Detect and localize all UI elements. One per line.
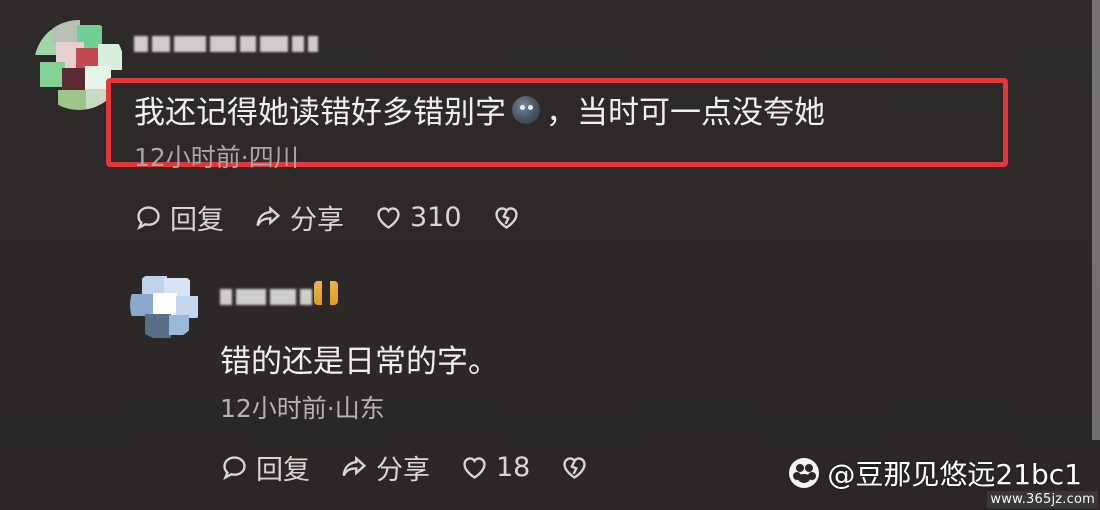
reply-comment-text: 错的还是日常的字。: [220, 344, 499, 380]
heart-icon: [463, 457, 486, 479]
like-button[interactable]: 18: [460, 452, 530, 483]
dislike-button[interactable]: [492, 203, 521, 232]
heart-icon: [377, 207, 400, 229]
main-comment-text-before-emoji: 我还记得她读错好多错别字: [134, 95, 506, 131]
main-comment-actions: 回复 分享 310: [134, 198, 521, 237]
like-button[interactable]: 310: [374, 202, 462, 233]
share-button[interactable]: 分享: [340, 448, 430, 487]
comment-bubble-icon: [223, 456, 246, 481]
reply-blurred-username: [220, 289, 316, 305]
reply-button[interactable]: 回复: [134, 198, 224, 237]
comment-bubble-icon: [137, 206, 160, 231]
watermark: @豆那见悠远21bc1: [789, 453, 1082, 493]
broken-heart-icon: [563, 457, 587, 479]
scrollbar[interactable]: [1092, 0, 1100, 440]
like-count: 310: [410, 202, 462, 233]
reply-label: 回复: [256, 455, 310, 486]
main-comment-text-after-emoji: ，当时可一点没夸她: [546, 95, 825, 131]
user-badge-icon: [314, 281, 338, 305]
broken-heart-icon: [494, 207, 518, 229]
dislike-button[interactable]: [560, 453, 589, 482]
reply-label: 回复: [170, 205, 224, 236]
reply-comment-meta: 12小时前·山东: [220, 394, 385, 423]
share-arrow-icon: [256, 205, 281, 227]
reply-button[interactable]: 回复: [220, 448, 310, 487]
share-arrow-icon: [342, 455, 367, 477]
paw-logo-icon: [789, 458, 820, 488]
site-watermark: www.365jz.com: [987, 491, 1098, 508]
reply-avatar[interactable]: [130, 270, 200, 340]
dark-face-emoji-icon: [512, 95, 540, 124]
main-comment-meta: 12小时前·四川: [134, 143, 299, 172]
main-comment-text: 我还记得她读错好多错别字 ，当时可一点没夸她: [134, 87, 825, 132]
share-label: 分享: [290, 205, 344, 236]
watermark-account: @豆那见悠远21bc1: [827, 458, 1082, 491]
like-count: 18: [496, 452, 531, 483]
reply-comment-actions: 回复 分享 18: [220, 448, 589, 487]
share-button[interactable]: 分享: [254, 198, 344, 237]
comment-screenshot: 我还记得她读错好多错别字 ，当时可一点没夸她 12小时前·四川 回复 分享 31…: [0, 0, 1100, 510]
share-label: 分享: [376, 455, 430, 486]
blurred-username: [134, 36, 322, 52]
